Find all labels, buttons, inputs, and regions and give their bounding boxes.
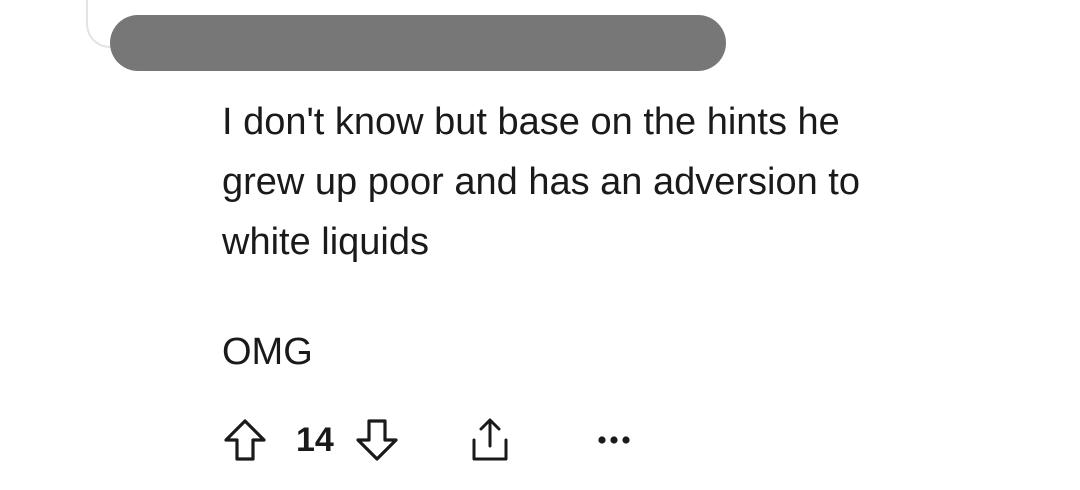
- share-upload-icon: [472, 418, 508, 461]
- comment-paragraph-1: I don't know but base on the hints he gr…: [222, 101, 860, 263]
- comment-action-bar: 14: [222, 410, 631, 470]
- comment-paragraph-2: OMG: [222, 331, 313, 373]
- arrow-down-outline-icon: [356, 419, 398, 461]
- share-button[interactable]: [465, 416, 515, 464]
- more-options-button[interactable]: [597, 434, 631, 446]
- downvote-button[interactable]: [354, 417, 400, 463]
- redacted-username-bar: [110, 15, 726, 71]
- more-dots-icon: [598, 436, 630, 444]
- upvote-button[interactable]: [222, 417, 268, 463]
- vote-count: 14: [296, 420, 334, 459]
- arrow-up-outline-icon: [224, 419, 266, 461]
- comment-body: I don't know but base on the hints he gr…: [222, 92, 982, 382]
